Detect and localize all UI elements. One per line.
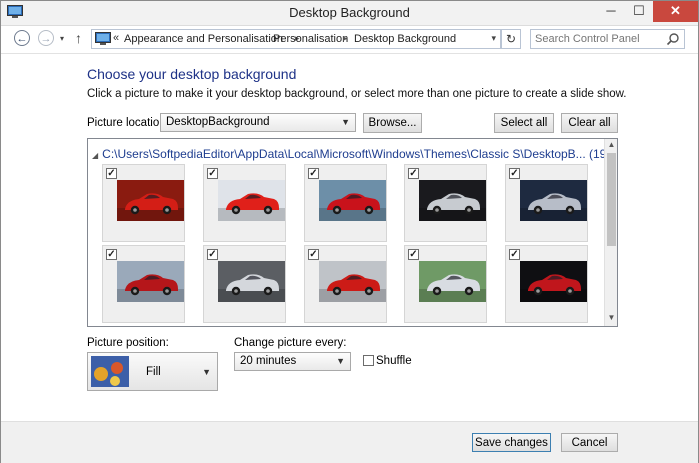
thumbnail-checkbox[interactable]: ✓ bbox=[408, 168, 419, 179]
car-thumbnail-image bbox=[319, 261, 386, 302]
search-input[interactable] bbox=[535, 31, 663, 47]
picture-position-select[interactable]: Fill ▼ bbox=[87, 352, 218, 391]
car-thumbnail-image bbox=[117, 180, 184, 221]
wallpaper-thumbnail-red-racecar-dark[interactable]: ✓ bbox=[505, 245, 588, 323]
picture-position-value: Fill bbox=[146, 366, 161, 378]
window-title: Desktop Background bbox=[289, 5, 410, 20]
change-picture-label: Change picture every: bbox=[234, 337, 347, 349]
scrollbar-thumb[interactable] bbox=[607, 153, 616, 246]
wallpaper-thumbnail-silver-aston-martin[interactable]: ✓ bbox=[203, 245, 286, 323]
wallpaper-thumbnail-red-dodge-viper[interactable]: ✓ bbox=[304, 245, 387, 323]
dialog-footer: Save changes Cancel bbox=[1, 421, 698, 463]
close-button[interactable]: ✕ bbox=[653, 1, 698, 22]
car-thumbnail-image bbox=[218, 180, 285, 221]
scroll-up-arrow-icon[interactable]: ▲ bbox=[605, 140, 617, 152]
folder-group-header[interactable]: ◢ C:\Users\SoftpediaEditor\AppData\Local\… bbox=[92, 147, 610, 161]
car-thumbnail-image bbox=[319, 180, 386, 221]
shuffle-label[interactable]: Shuffle bbox=[376, 355, 412, 367]
picture-location-select[interactable]: DesktopBackground ▼ bbox=[160, 113, 356, 132]
breadcrumb-separator-icon[interactable]: ▸ bbox=[343, 33, 348, 44]
folder-path: C:\Users\SoftpediaEditor\AppData\Local\M… bbox=[102, 147, 611, 161]
wallpaper-thumbnail-mercedes-gullwing[interactable]: ✓ bbox=[505, 164, 588, 242]
scroll-down-arrow-icon[interactable]: ▼ bbox=[605, 313, 617, 325]
chevron-down-icon: ▼ bbox=[202, 367, 211, 377]
wallpaper-thumbnail-silver-shelby-cobra[interactable]: ✓ bbox=[404, 164, 487, 242]
desktop-background-window: Desktop Background ─ ☐ ✕ ← → ▾ ↑ « Appea… bbox=[0, 0, 699, 463]
car-thumbnail-image bbox=[117, 261, 184, 302]
car-thumbnail-image bbox=[520, 180, 587, 221]
up-arrow-icon[interactable]: ↑ bbox=[75, 30, 82, 46]
chevron-down-icon: ▼ bbox=[341, 117, 350, 127]
address-overflow-chevron[interactable]: « bbox=[113, 32, 119, 44]
search-box[interactable] bbox=[530, 29, 685, 49]
back-button[interactable]: ← bbox=[14, 30, 30, 46]
shuffle-checkbox[interactable] bbox=[363, 355, 374, 366]
change-interval-select[interactable]: 20 minutes ▼ bbox=[234, 352, 351, 371]
wallpaper-thumbnail-red-corvette-palms[interactable]: ✓ bbox=[304, 164, 387, 242]
breadcrumb-personalisation[interactable]: Personalisation bbox=[273, 33, 348, 45]
control-panel-icon bbox=[95, 32, 111, 45]
address-dropdown-icon[interactable]: ▾ bbox=[491, 33, 496, 44]
clear-all-button[interactable]: Clear all bbox=[561, 113, 618, 133]
breadcrumb-desktop-background[interactable]: Desktop Background bbox=[354, 33, 456, 45]
thumbnail-checkbox[interactable]: ✓ bbox=[207, 249, 218, 260]
thumbnail-checkbox[interactable]: ✓ bbox=[308, 249, 319, 260]
thumbnail-checkbox[interactable]: ✓ bbox=[509, 249, 520, 260]
picture-location-value: DesktopBackground bbox=[166, 116, 270, 128]
thumbnail-checkbox[interactable]: ✓ bbox=[308, 168, 319, 179]
instructions-text: Click a picture to make it your desktop … bbox=[87, 88, 627, 100]
chevron-down-icon: ▼ bbox=[336, 356, 345, 366]
thumbnail-checkbox[interactable]: ✓ bbox=[106, 168, 117, 179]
car-thumbnail-image bbox=[419, 180, 486, 221]
gallery-scrollbar[interactable]: ▲ ▼ bbox=[604, 139, 617, 326]
browse-button[interactable]: Browse... bbox=[363, 113, 422, 133]
picture-gallery[interactable]: ◢ C:\Users\SoftpediaEditor\AppData\Local\… bbox=[87, 138, 618, 327]
collapse-triangle-icon[interactable]: ◢ bbox=[92, 151, 98, 160]
wallpaper-thumbnail-red-classic-racer[interactable]: ✓ bbox=[102, 245, 185, 323]
car-thumbnail-image bbox=[419, 261, 486, 302]
navigation-bar: ← → ▾ ↑ « Appearance and Personalisation… bbox=[1, 26, 698, 54]
title-bar: Desktop Background ─ ☐ ✕ bbox=[1, 1, 698, 26]
cancel-button[interactable]: Cancel bbox=[561, 433, 618, 452]
recent-locations-dropdown-icon[interactable]: ▾ bbox=[60, 34, 64, 43]
search-icon[interactable] bbox=[666, 32, 680, 46]
wallpaper-thumbnail-mclaren-slr[interactable]: ✓ bbox=[404, 245, 487, 323]
maximize-button[interactable]: ☐ bbox=[625, 1, 653, 22]
save-changes-button[interactable]: Save changes bbox=[472, 433, 551, 452]
thumbnail-checkbox[interactable]: ✓ bbox=[509, 168, 520, 179]
picture-position-label: Picture position: bbox=[87, 337, 169, 349]
thumbnail-checkbox[interactable]: ✓ bbox=[408, 249, 419, 260]
position-preview-icon bbox=[91, 356, 129, 387]
address-bar[interactable]: « Appearance and Personalisation ▸ Perso… bbox=[91, 29, 501, 49]
wallpaper-thumbnail-red-ferrari-enzo[interactable]: ✓ bbox=[203, 164, 286, 242]
change-interval-value: 20 minutes bbox=[240, 355, 297, 367]
car-thumbnail-image bbox=[218, 261, 285, 302]
picture-location-label: Picture location: bbox=[87, 117, 169, 129]
minimize-button[interactable]: ─ bbox=[597, 1, 625, 22]
car-thumbnail-image bbox=[520, 261, 587, 302]
breadcrumb-appearance-and-personalisation[interactable]: Appearance and Personalisation bbox=[124, 33, 283, 45]
wallpaper-thumbnail-red-vintage-car[interactable]: ✓ bbox=[102, 164, 185, 242]
thumbnail-checkbox[interactable]: ✓ bbox=[106, 249, 117, 260]
page-title: Choose your desktop background bbox=[87, 66, 297, 82]
thumbnail-checkbox[interactable]: ✓ bbox=[207, 168, 218, 179]
select-all-button[interactable]: Select all bbox=[494, 113, 554, 133]
refresh-button[interactable]: ↻ bbox=[501, 29, 521, 49]
forward-button[interactable]: → bbox=[38, 30, 54, 46]
